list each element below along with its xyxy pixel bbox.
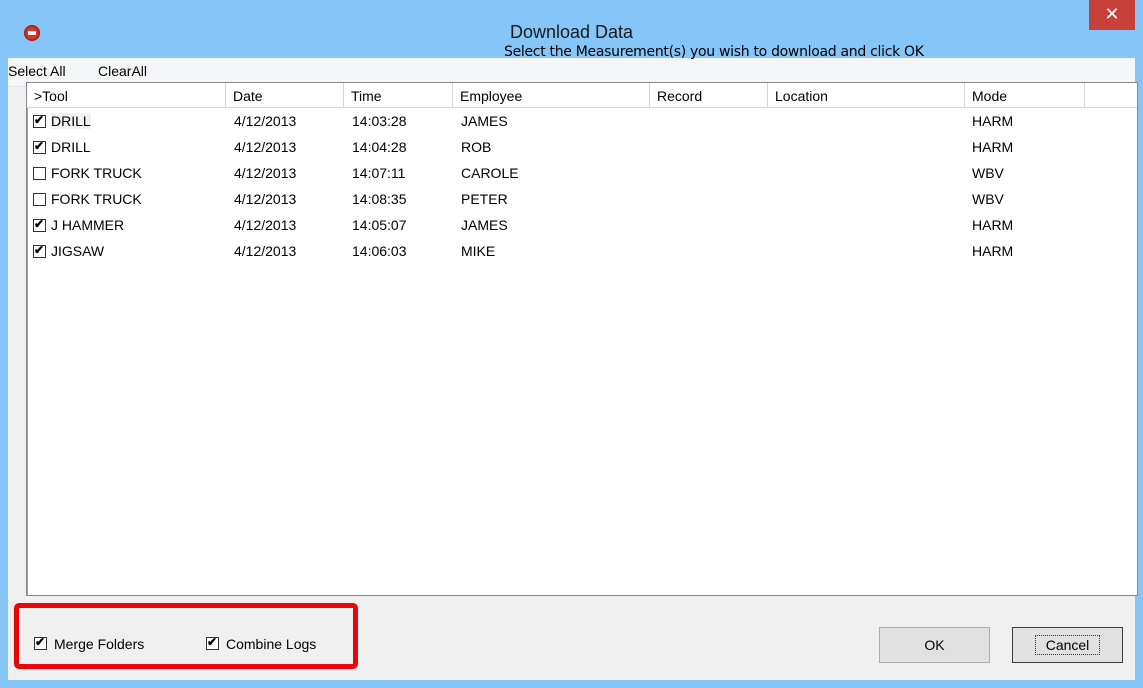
cell-employee: ROB bbox=[461, 139, 492, 155]
merge-folders-checkbox[interactable] bbox=[34, 635, 47, 650]
cell-employee: PETER bbox=[461, 191, 508, 207]
column-header-date[interactable]: Date bbox=[226, 83, 344, 107]
cell-date: 4/12/2013 bbox=[234, 139, 297, 155]
column-header-employee[interactable]: Employee bbox=[453, 83, 650, 107]
cell-employee: JAMES bbox=[461, 217, 508, 233]
table-row[interactable]: DRILL 4/12/2013 14:04:28 ROB HARM bbox=[27, 135, 1137, 161]
cell-mode: HARM bbox=[972, 243, 1014, 259]
cell-time: 14:05:07 bbox=[352, 217, 407, 233]
cancel-button[interactable]: Cancel bbox=[1012, 627, 1123, 663]
cell-tool: FORK TRUCK bbox=[51, 165, 142, 181]
menu-clear-all[interactable]: ClearAll bbox=[98, 63, 147, 79]
combine-logs-checkbox[interactable] bbox=[206, 635, 219, 650]
cell-tool: DRILL bbox=[51, 139, 91, 155]
cell-time: 14:04:28 bbox=[352, 139, 407, 155]
menu-select-all[interactable]: Select All bbox=[8, 63, 66, 79]
cell-date: 4/12/2013 bbox=[234, 113, 297, 129]
measurement-list[interactable]: >Tool Date Time Employee Record Location… bbox=[26, 82, 1138, 596]
row-checkbox[interactable] bbox=[33, 167, 46, 180]
cell-date: 4/12/2013 bbox=[234, 217, 297, 233]
column-header-mode[interactable]: Mode bbox=[965, 83, 1085, 107]
cell-mode: HARM bbox=[972, 139, 1014, 155]
column-header-filler bbox=[1085, 83, 1137, 107]
cell-mode: WBV bbox=[972, 165, 1004, 181]
cell-mode: HARM bbox=[972, 217, 1014, 233]
instruction-text: Select the Measurement(s) you wish to do… bbox=[504, 44, 924, 60]
cell-date: 4/12/2013 bbox=[234, 191, 297, 207]
cell-tool: JIGSAW bbox=[51, 243, 105, 259]
table-row[interactable]: DRILL 4/12/2013 14:03:28 JAMES HARM bbox=[27, 109, 1137, 135]
merge-folders-label[interactable]: Merge Folders bbox=[54, 636, 144, 652]
row-checkbox[interactable] bbox=[33, 243, 46, 258]
column-header-location[interactable]: Location bbox=[768, 83, 965, 107]
column-header-time[interactable]: Time bbox=[344, 83, 453, 107]
cell-time: 14:03:28 bbox=[352, 113, 407, 129]
cell-employee: MIKE bbox=[461, 243, 496, 259]
close-icon: ✕ bbox=[1104, 4, 1120, 24]
close-button[interactable]: ✕ bbox=[1089, 0, 1135, 30]
cell-mode: WBV bbox=[972, 191, 1004, 207]
table-row[interactable]: J HAMMER 4/12/2013 14:05:07 JAMES HARM bbox=[27, 213, 1137, 239]
window-title: Download Data bbox=[509, 22, 634, 42]
list-header: >Tool Date Time Employee Record Location… bbox=[27, 83, 1137, 108]
cell-employee: JAMES bbox=[461, 113, 508, 129]
table-row[interactable]: FORK TRUCK 4/12/2013 14:07:11 CAROLE WBV bbox=[27, 161, 1137, 187]
cell-employee: CAROLE bbox=[461, 165, 519, 181]
row-checkbox[interactable] bbox=[33, 139, 46, 154]
column-header-record[interactable]: Record bbox=[650, 83, 768, 107]
cell-date: 4/12/2013 bbox=[234, 165, 297, 181]
cell-time: 14:06:03 bbox=[352, 243, 407, 259]
cell-tool: J HAMMER bbox=[51, 217, 125, 233]
table-row[interactable]: FORK TRUCK 4/12/2013 14:08:35 PETER WBV bbox=[27, 187, 1137, 213]
cell-time: 14:07:11 bbox=[352, 165, 406, 181]
cell-tool: DRILL bbox=[51, 113, 91, 129]
download-data-window: Download Data ✕ Select All ClearAll Sele… bbox=[0, 0, 1143, 688]
column-header-tool[interactable]: >Tool bbox=[27, 83, 226, 107]
merge-folders-option[interactable]: Merge Folders bbox=[34, 635, 144, 652]
cell-date: 4/12/2013 bbox=[234, 243, 297, 259]
row-checkbox[interactable] bbox=[33, 193, 46, 206]
row-checkbox[interactable] bbox=[33, 217, 46, 232]
row-checkbox[interactable] bbox=[33, 113, 46, 128]
combine-logs-label[interactable]: Combine Logs bbox=[226, 636, 316, 652]
cell-time: 14:08:35 bbox=[352, 191, 407, 207]
cell-mode: HARM bbox=[972, 113, 1014, 129]
cell-tool: FORK TRUCK bbox=[51, 191, 142, 207]
cancel-button-label: Cancel bbox=[1034, 635, 1101, 655]
table-row[interactable]: JIGSAW 4/12/2013 14:06:03 MIKE HARM bbox=[27, 239, 1137, 265]
combine-logs-option[interactable]: Combine Logs bbox=[206, 635, 316, 652]
ok-button[interactable]: OK bbox=[879, 627, 990, 663]
